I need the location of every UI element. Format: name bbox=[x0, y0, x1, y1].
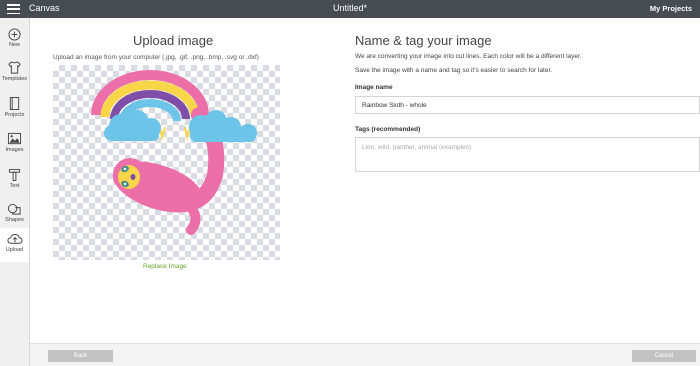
form-description: We are converting your image into cut li… bbox=[355, 53, 582, 60]
shirt-icon bbox=[8, 61, 21, 74]
document-title[interactable]: Untitled* bbox=[0, 3, 700, 13]
left-sidebar: New Templates Projects Images Text Shape… bbox=[0, 18, 30, 366]
image-icon bbox=[7, 132, 22, 145]
upload-title: Upload image bbox=[133, 33, 214, 48]
image-name-input[interactable] bbox=[355, 96, 700, 114]
sidebar-item-label: Shapes bbox=[5, 217, 24, 223]
shapes-icon bbox=[7, 203, 21, 215]
main-panel: Upload image Upload an image from your c… bbox=[30, 18, 700, 366]
my-projects-link[interactable]: My Projects bbox=[650, 4, 692, 13]
sidebar-item-label: Templates bbox=[1, 76, 28, 82]
image-name-label: Image name bbox=[355, 84, 393, 91]
rainbow-sloth-image bbox=[91, 70, 257, 235]
sidebar-item-projects[interactable]: Projects bbox=[0, 92, 29, 127]
sidebar-item-upload[interactable]: Upload bbox=[0, 228, 29, 262]
upload-subtitle: Upload an image from your computer (.jpg… bbox=[53, 54, 259, 61]
sidebar-item-label: Projects bbox=[4, 112, 25, 118]
cancel-button[interactable]: Cancel bbox=[632, 350, 696, 362]
sidebar-item-new[interactable]: New bbox=[0, 24, 29, 59]
plus-circle-icon bbox=[8, 28, 21, 41]
tags-input[interactable] bbox=[355, 137, 700, 172]
form-title: Name & tag your image bbox=[355, 33, 492, 48]
replace-image-link[interactable]: Replace Image bbox=[143, 263, 187, 270]
sidebar-item-label: Text bbox=[9, 183, 20, 189]
sidebar-item-templates[interactable]: Templates bbox=[0, 56, 29, 91]
text-icon bbox=[8, 168, 21, 182]
sidebar-item-label: New bbox=[8, 42, 20, 48]
cloud-upload-icon bbox=[6, 234, 23, 244]
back-button[interactable]: Back bbox=[48, 350, 113, 362]
image-preview bbox=[53, 65, 280, 260]
top-bar: Canvas Untitled* My Projects bbox=[0, 0, 700, 18]
footer-bar: Back Cancel bbox=[30, 343, 700, 366]
sidebar-item-text[interactable]: Text bbox=[0, 164, 29, 199]
book-icon bbox=[9, 97, 20, 110]
tags-label: Tags (recommended) bbox=[355, 126, 421, 133]
sidebar-item-images[interactable]: Images bbox=[0, 128, 29, 163]
form-description-2: Save the image with a name and tag so it… bbox=[355, 67, 553, 74]
sidebar-item-label: Images bbox=[5, 147, 24, 153]
sidebar-item-label: Upload bbox=[5, 247, 24, 253]
